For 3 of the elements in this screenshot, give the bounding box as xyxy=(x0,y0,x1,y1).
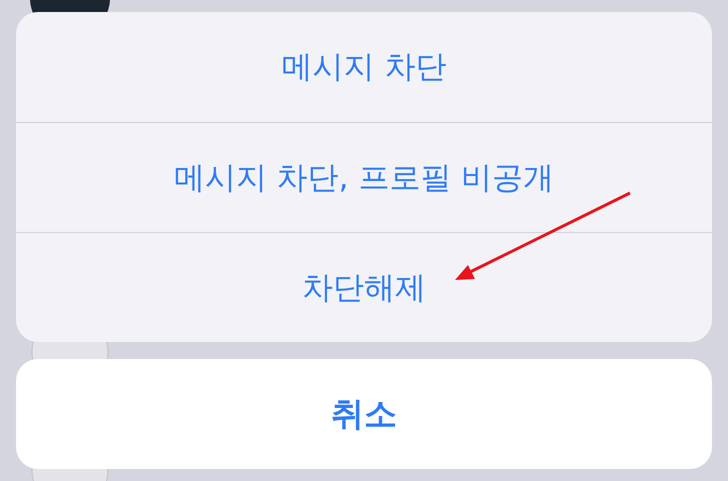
cancel-button[interactable]: 취소 xyxy=(16,359,712,469)
action-item[interactable]: 메시지 차단 xyxy=(16,12,712,122)
action-item[interactable]: 메시지 차단, 프로필 비공개 xyxy=(16,122,712,232)
